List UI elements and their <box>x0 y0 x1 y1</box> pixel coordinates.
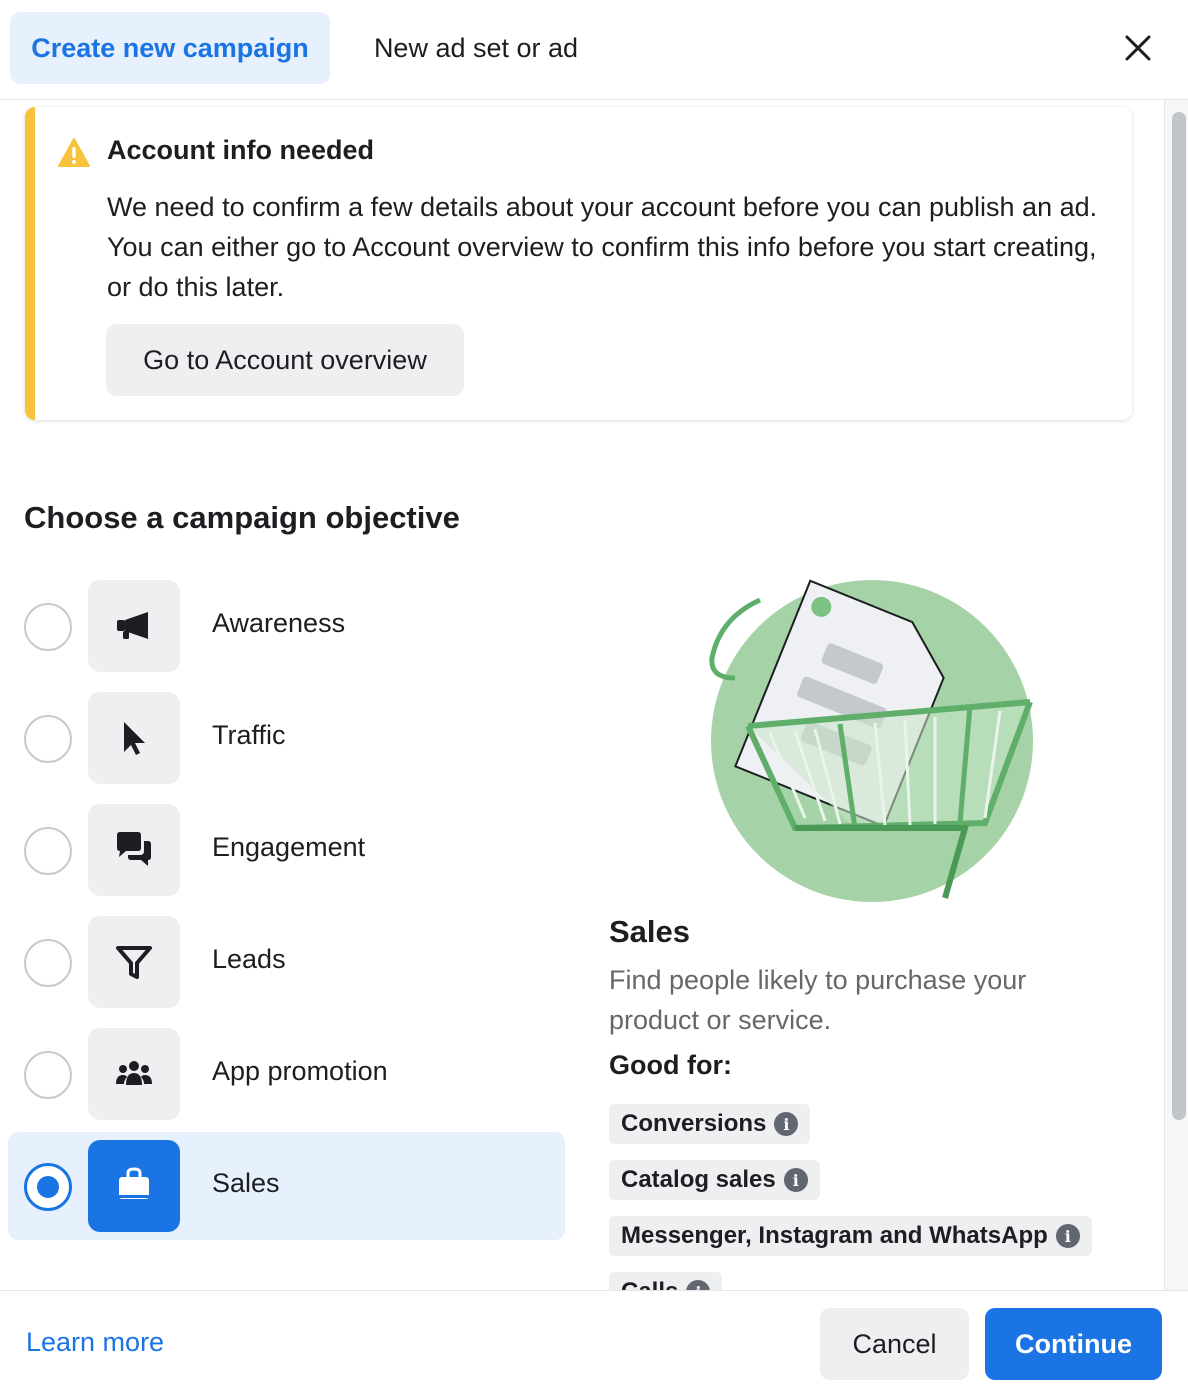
chip-overflow-clip: Calls i <box>600 1268 1160 1290</box>
info-icon[interactable]: i <box>783 1168 808 1192</box>
go-to-account-overview-button[interactable]: Go to Account overview <box>106 324 464 396</box>
objective-label: App promotion <box>212 1056 388 1086</box>
objective-option-leads[interactable]: Leads <box>8 908 565 1016</box>
shopping-bag-icon <box>119 1167 149 1199</box>
learn-more-link[interactable]: Learn more <box>26 1327 164 1358</box>
warning-triangle-icon <box>58 138 90 167</box>
objective-icon-box <box>88 916 180 1008</box>
cancel-button[interactable]: Cancel <box>820 1308 969 1380</box>
chip-label: Conversions <box>621 1110 767 1137</box>
radio-button[interactable] <box>24 939 72 987</box>
dialog-header: Create new campaign New ad set or ad <box>0 0 1188 100</box>
sales-tag-cart-illustration <box>709 579 1033 902</box>
info-icon[interactable]: i <box>1055 1224 1080 1248</box>
alert-accent-bar <box>25 107 35 420</box>
good-for-chip: Catalog sales i <box>609 1160 820 1200</box>
objective-icon-box <box>88 580 180 672</box>
alert-text: We need to confirm a few details about y… <box>107 192 1098 302</box>
objective-icon-box <box>88 692 180 784</box>
chip-label: Calls <box>621 1278 678 1290</box>
radio-button[interactable] <box>24 715 72 763</box>
objective-label: Awareness <box>212 608 346 638</box>
radio-button-checked[interactable] <box>24 1163 72 1211</box>
account-info-alert: Account info needed We need to confirm a… <box>25 107 1132 420</box>
detail-title: Sales <box>609 914 691 949</box>
objective-label: Traffic <box>212 720 286 750</box>
objective-label: Sales <box>212 1168 280 1198</box>
good-for-chip: Messenger, Instagram and WhatsApp i <box>609 1216 1092 1256</box>
megaphone-icon <box>117 612 148 639</box>
detail-description: Find people likely to purchase your prod… <box>609 965 1027 1035</box>
radio-button[interactable] <box>24 603 72 651</box>
funnel-icon <box>116 946 152 979</box>
chat-bubbles-icon <box>117 832 151 866</box>
objective-icon-box <box>88 1140 180 1232</box>
objective-option-awareness[interactable]: Awareness <box>8 572 565 680</box>
chip-label: Messenger, Instagram and WhatsApp <box>621 1222 1048 1249</box>
close-icon <box>1125 35 1151 61</box>
chip-label: Catalog sales <box>621 1166 776 1193</box>
alert-title: Account info needed <box>107 135 375 165</box>
tab-new-ad-set-or-ad[interactable]: New ad set or ad <box>346 12 606 84</box>
people-group-icon <box>116 1061 152 1085</box>
objective-option-engagement[interactable]: Engagement <box>8 796 565 904</box>
objective-option-app-promotion[interactable]: App promotion <box>8 1020 565 1128</box>
radio-button[interactable] <box>24 1051 72 1099</box>
info-icon[interactable]: i <box>686 1280 711 1290</box>
objective-label: Leads <box>212 944 286 974</box>
scrollbar-thumb[interactable] <box>1172 112 1186 1120</box>
good-for-chip: Conversions i <box>609 1104 811 1144</box>
objective-label: Engagement <box>212 832 366 862</box>
dialog-footer: Learn more Cancel Continue <box>0 1290 1188 1390</box>
close-button[interactable] <box>1112 22 1164 74</box>
tab-create-new-campaign[interactable]: Create new campaign <box>10 12 330 84</box>
objective-icon-box <box>88 804 180 896</box>
continue-button[interactable]: Continue <box>985 1308 1162 1380</box>
radio-button[interactable] <box>24 827 72 875</box>
good-for-chip: Calls i <box>609 1272 723 1290</box>
objective-option-traffic[interactable]: Traffic <box>8 684 565 792</box>
good-for-label: Good for: <box>609 1050 732 1080</box>
info-icon[interactable]: i <box>774 1112 799 1136</box>
objective-option-sales[interactable]: Sales <box>8 1132 565 1240</box>
section-title: Choose a campaign objective <box>24 500 460 535</box>
objective-icon-box <box>88 1028 180 1120</box>
cursor-icon <box>124 722 145 755</box>
